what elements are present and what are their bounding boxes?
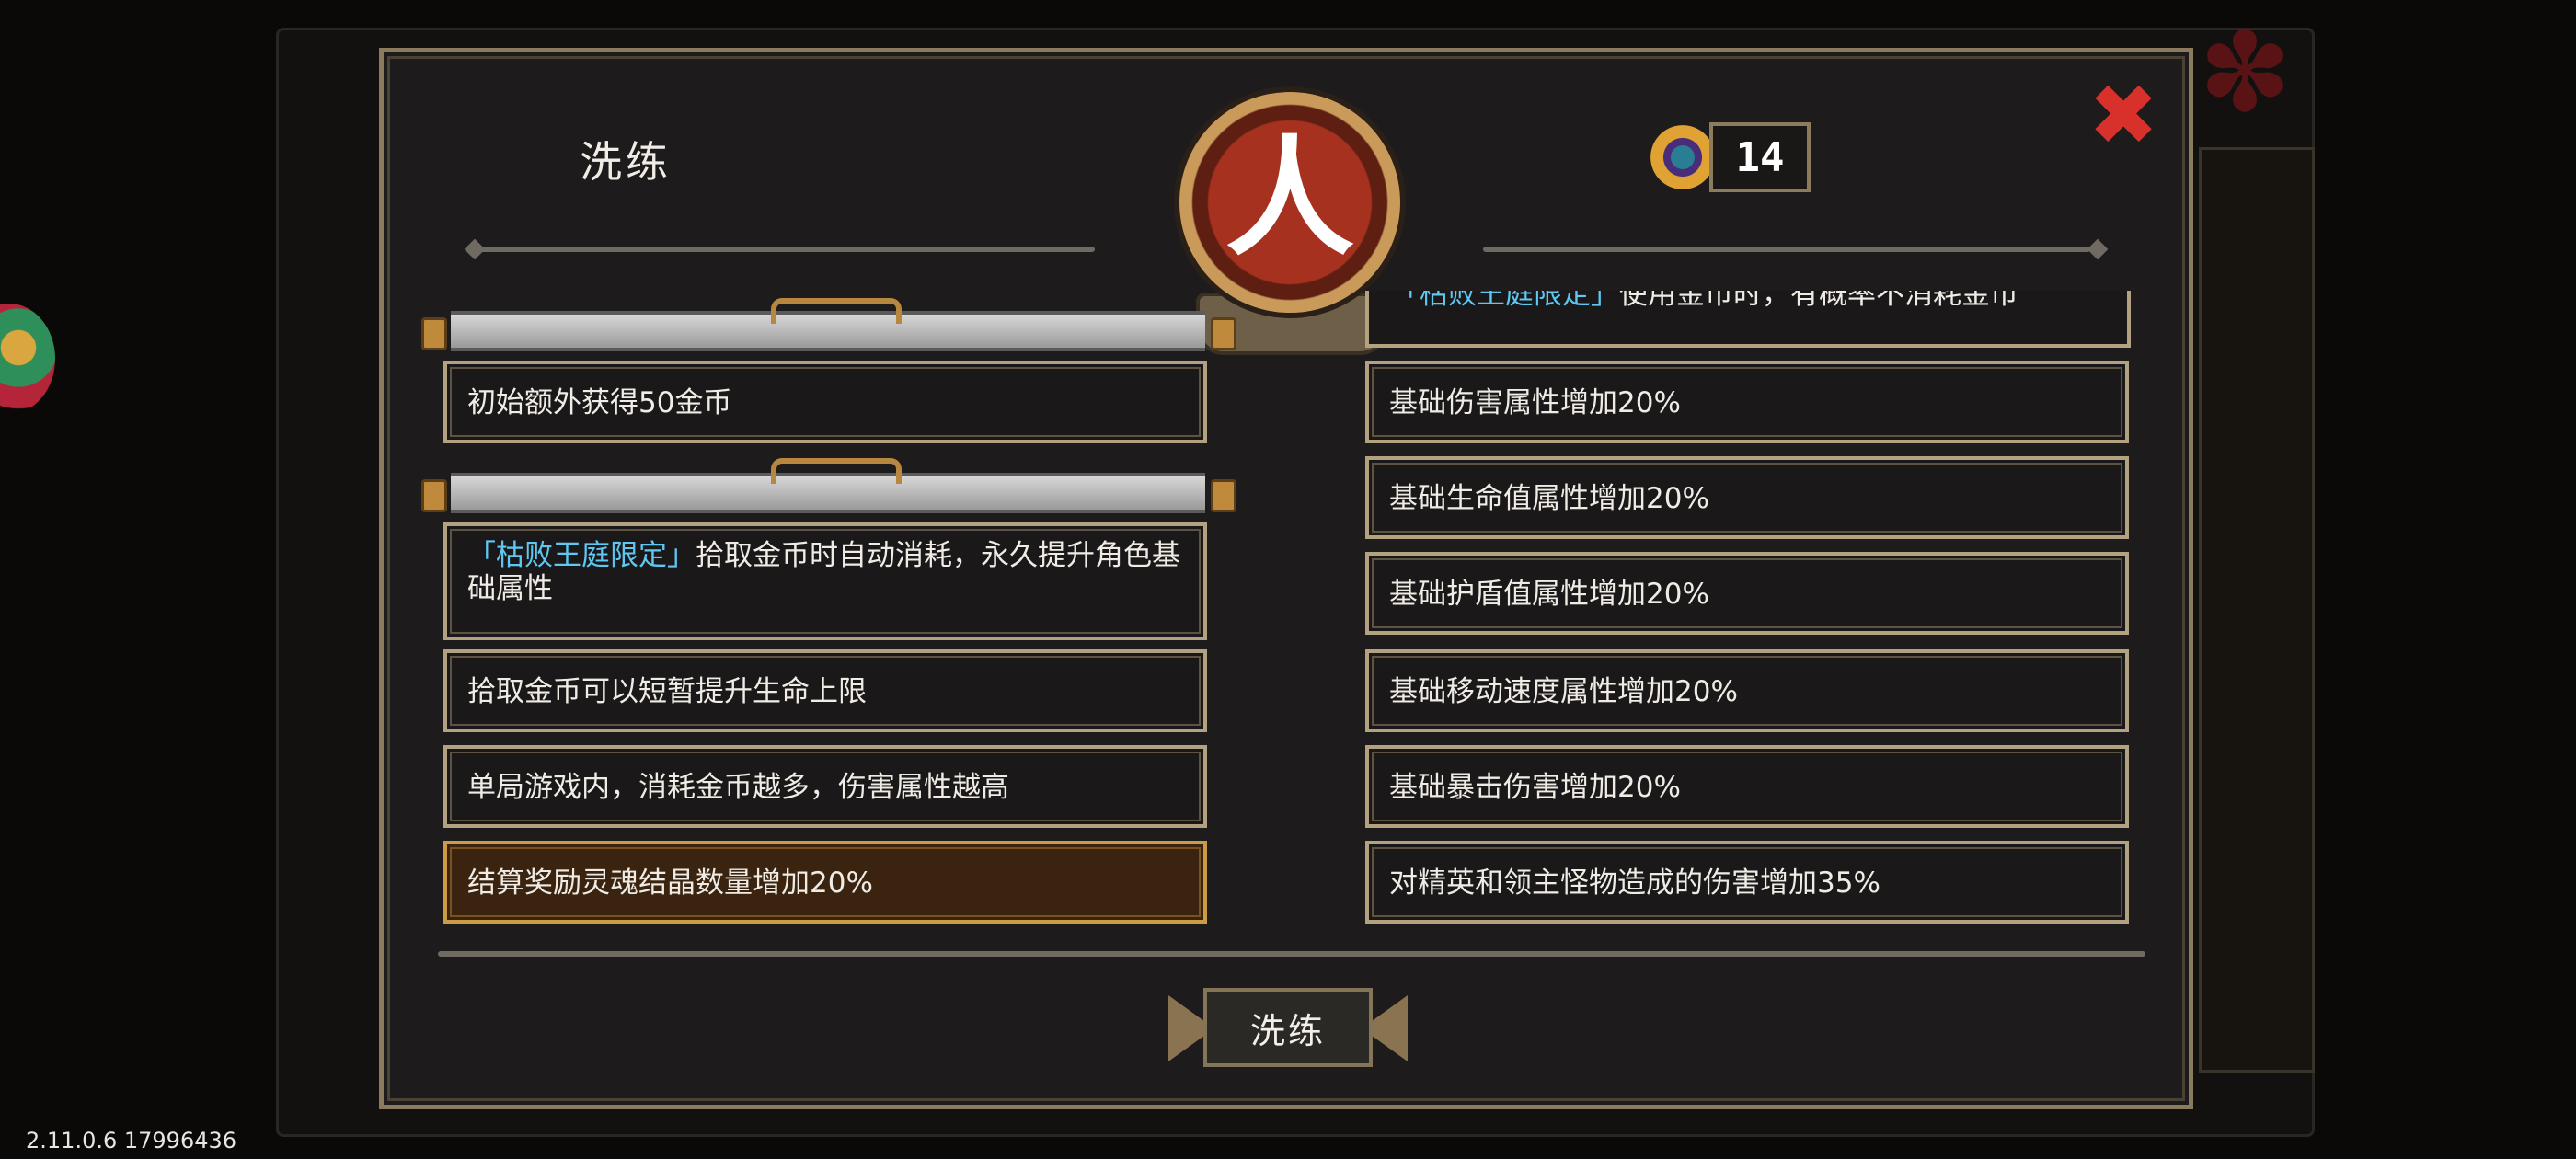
person-emblem-icon: 人 [1179,92,1400,313]
option-tag: 「枯败王庭限定」 [467,539,696,572]
background-side-strip [2199,147,2315,1073]
header-divider-left [478,247,1095,252]
option-tag: 「枯败王庭限定」 [1391,291,1619,311]
refine-button-label: 洗练 [1203,988,1373,1067]
option-text: 使用金币时，有概率不消耗金币 [1619,291,2018,311]
slot1-scroll-knob-right [1211,317,1236,350]
background-pinwheel-icon: ✽ [2198,9,2292,137]
header-divider-right [1483,247,2090,252]
right-option-2[interactable]: 基础生命值属性增加20% [1365,456,2129,539]
slot1-option[interactable]: 初始额外获得50金币 [443,361,1207,443]
close-button[interactable]: ✖ [2087,74,2160,158]
slot2-option-1[interactable]: 「枯败王庭限定」拾取金币时自动消耗，永久提升角色基础属性 [443,522,1207,640]
modal-title: 洗练 [580,137,672,187]
currency-display: 14 [1641,118,1811,197]
slot2-option-4-selected[interactable]: 结算奖励灵魂结晶数量增加20% [443,841,1207,924]
option-text: 对精英和领主怪物造成的伤害增加35% [1389,866,1880,900]
currency-count: 14 [1709,122,1811,192]
emblem-character: 人 [1225,123,1354,274]
slot1-scroll-handle [771,298,902,324]
option-text: 单局游戏内，消耗金币越多，伤害属性越高 [467,771,1009,804]
refine-button[interactable]: 洗练 [1161,975,1415,1080]
right-option-5[interactable]: 基础暴击伤害增加20% [1365,745,2129,828]
option-text: 基础生命值属性增加20% [1389,482,1709,515]
version-label: 2.11.0.6 17996436 [26,1128,237,1153]
slot2-scroll-handle [771,458,902,484]
right-option-3[interactable]: 基础护盾值属性增加20% [1365,552,2129,635]
option-text: 基础移动速度属性增加20% [1389,675,1738,708]
slot1-option-text: 初始额外获得50金币 [467,386,732,419]
option-text: 基础暴击伤害增加20% [1389,771,1681,804]
close-icon: ✖ [2087,66,2159,165]
slot2-option-2[interactable]: 拾取金币可以短暂提升生命上限 [443,649,1207,732]
right-option-partial[interactable]: 「枯败王庭限定」使用金币时，有概率不消耗金币 [1365,291,2131,348]
slot2-option-3[interactable]: 单局游戏内，消耗金币越多，伤害属性越高 [443,745,1207,828]
right-option-6[interactable]: 对精英和领主怪物造成的伤害增加35% [1365,841,2129,924]
background-emblem [0,304,55,414]
right-option-4[interactable]: 基础移动速度属性增加20% [1365,649,2129,732]
footer-divider [438,951,2145,957]
option-text: 基础护盾值属性增加20% [1389,578,1709,611]
option-text: 结算奖励灵魂结晶数量增加20% [467,866,873,900]
slot2-scroll-knob-left [421,479,447,512]
option-text: 基础伤害属性增加20% [1389,386,1681,419]
slot2-scroll-knob-right [1211,479,1236,512]
right-option-1[interactable]: 基础伤害属性增加20% [1365,361,2129,443]
option-text: 拾取金币可以短暂提升生命上限 [467,675,867,708]
slot1-scroll-knob-left [421,317,447,350]
